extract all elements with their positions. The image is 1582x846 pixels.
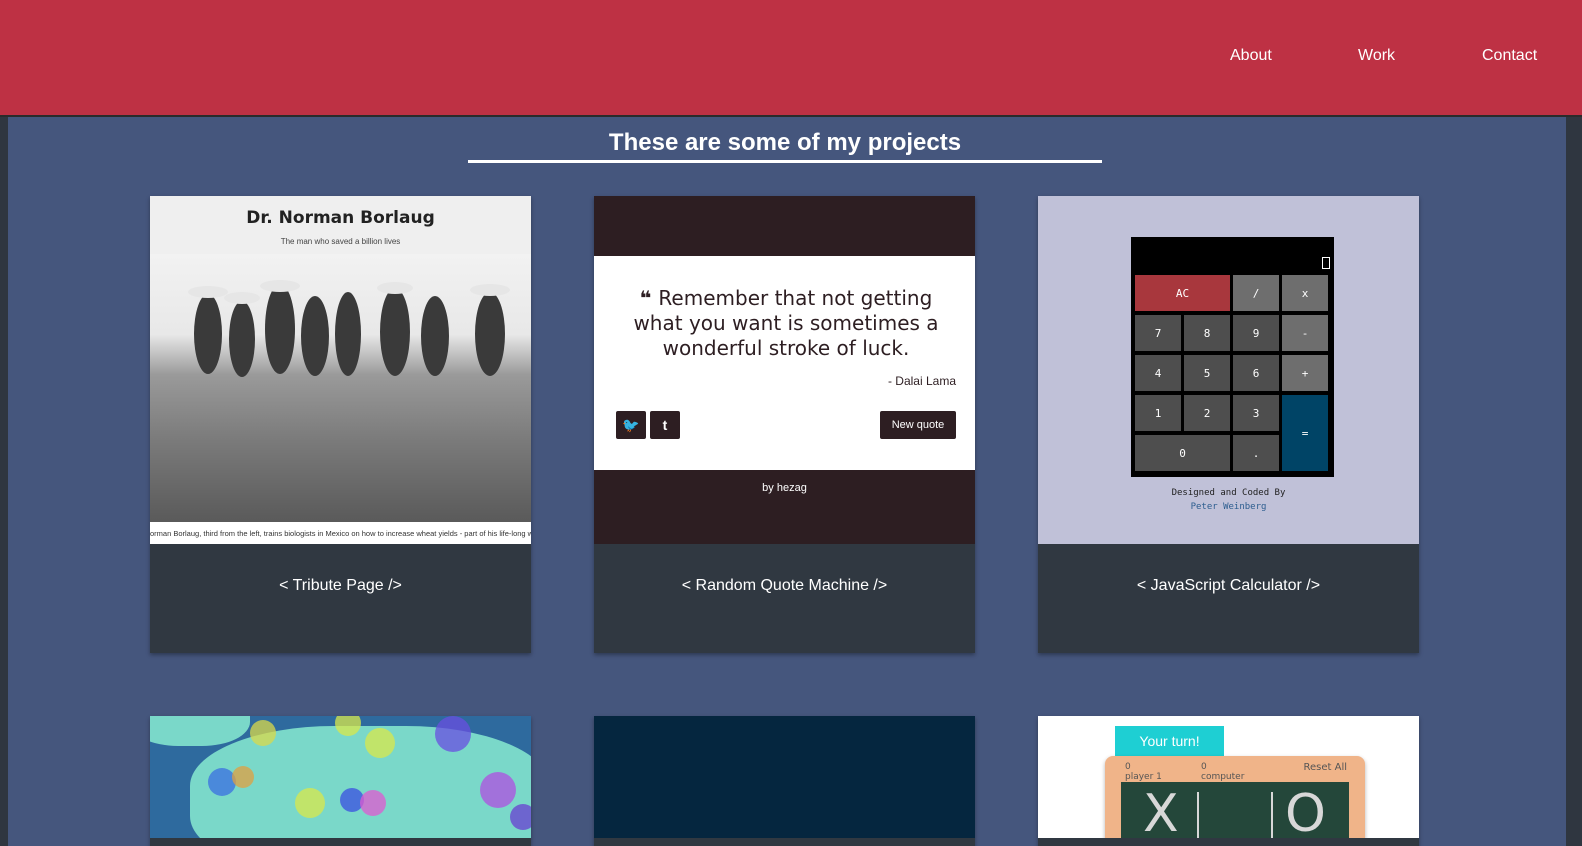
player-label: player 1 bbox=[1125, 772, 1162, 782]
game-grid: X O bbox=[1121, 782, 1349, 838]
turn-indicator: Your turn! bbox=[1115, 726, 1224, 756]
new-quote-button: New quote bbox=[880, 411, 956, 439]
map-bubble bbox=[510, 804, 531, 830]
tumblr-icon: t bbox=[650, 411, 680, 439]
calc-key-7: 7 bbox=[1134, 314, 1182, 352]
map-bubble bbox=[232, 766, 254, 788]
quote-text-wrap: ❝ Remember that not getting what you wan… bbox=[630, 286, 942, 361]
calc-key-2: 2 bbox=[1183, 394, 1231, 432]
calc-key-1: 1 bbox=[1134, 394, 1182, 432]
nav-link-contact[interactable]: Contact bbox=[1482, 47, 1537, 65]
calc-key-equals: = bbox=[1281, 394, 1329, 472]
tribute-title: Dr. Norman Borlaug bbox=[246, 208, 435, 228]
dark-thumbnail bbox=[594, 716, 975, 838]
project-card-tictactoe[interactable]: Your turn! 0 player 1 0 computer Reset All… bbox=[1038, 716, 1419, 846]
grid-line bbox=[1197, 792, 1199, 838]
computer-score-value: 0 bbox=[1201, 762, 1207, 772]
calc-key-subtract: - bbox=[1281, 314, 1329, 352]
project-title[interactable]: < Random Quote Machine /> bbox=[594, 577, 975, 595]
map-bubble bbox=[480, 772, 516, 808]
calc-key-decimal: . bbox=[1232, 434, 1280, 472]
reset-all-button: Reset All bbox=[1303, 762, 1347, 773]
o-mark: O bbox=[1285, 784, 1326, 838]
quote-author: - Dalai Lama bbox=[887, 374, 956, 388]
calc-key-0: 0 bbox=[1134, 434, 1231, 472]
calc-key-4: 4 bbox=[1134, 354, 1182, 392]
player-score: 0 player 1 bbox=[1125, 762, 1162, 782]
project-card-quote[interactable]: ❝ Remember that not getting what you wan… bbox=[594, 196, 975, 653]
map-thumbnail bbox=[150, 716, 531, 838]
map-bubble bbox=[295, 788, 325, 818]
project-card-calculator[interactable]: AC / x 7 8 9 - 4 5 6 + 1 2 3 = 0 . Desig… bbox=[1038, 196, 1419, 653]
calc-key-9: 9 bbox=[1232, 314, 1280, 352]
quote-byline: by hezag bbox=[762, 482, 807, 494]
nav-link-work[interactable]: Work bbox=[1358, 47, 1395, 65]
calculator-thumbnail: AC / x 7 8 9 - 4 5 6 + 1 2 3 = 0 . Desig… bbox=[1038, 196, 1419, 544]
projects-section: These are some of my projects Dr. Norman… bbox=[8, 117, 1566, 846]
project-card-tribute[interactable]: Dr. Norman Borlaug The man who saved a b… bbox=[150, 196, 531, 653]
project-title[interactable]: < JavaScript Calculator /> bbox=[1038, 577, 1419, 595]
quote-text: Remember that not getting what you want … bbox=[633, 286, 939, 360]
calc-key-3: 3 bbox=[1232, 394, 1280, 432]
project-card-map[interactable] bbox=[150, 716, 531, 846]
calc-key-ac: AC bbox=[1134, 274, 1231, 312]
heading-underline bbox=[468, 160, 1102, 163]
calc-key-6: 6 bbox=[1232, 354, 1280, 392]
calc-key-add: + bbox=[1281, 354, 1329, 392]
calculator-credit: Designed and Coded By Peter Weinberg bbox=[1038, 486, 1419, 514]
credit-text: Designed and Coded By bbox=[1171, 488, 1286, 498]
tribute-caption: orman Borlaug, third from the left, trai… bbox=[150, 529, 531, 538]
projects-heading: These are some of my projects bbox=[608, 129, 962, 156]
tribute-subtitle: The man who saved a billion lives bbox=[280, 237, 401, 246]
map-bubble bbox=[365, 728, 395, 758]
computer-label: computer bbox=[1201, 772, 1245, 782]
borlaug-photo bbox=[150, 254, 531, 522]
calc-key-multiply: x bbox=[1281, 274, 1329, 312]
calculator-body: AC / x 7 8 9 - 4 5 6 + 1 2 3 = 0 . bbox=[1131, 237, 1334, 477]
x-mark: X bbox=[1143, 784, 1179, 838]
quote-machine-thumbnail: ❝ Remember that not getting what you wan… bbox=[594, 196, 975, 544]
player-score-value: 0 bbox=[1125, 762, 1131, 772]
tictactoe-thumbnail: Your turn! 0 player 1 0 computer Reset All… bbox=[1038, 716, 1419, 838]
computer-score: 0 computer bbox=[1201, 762, 1244, 782]
map-bubble bbox=[360, 790, 386, 816]
nav-link-about[interactable]: About bbox=[1230, 47, 1272, 65]
game-board: 0 player 1 0 computer Reset All X O bbox=[1105, 756, 1365, 838]
project-title[interactable]: < Tribute Page /> bbox=[150, 577, 531, 595]
calc-key-8: 8 bbox=[1183, 314, 1231, 352]
credit-name: Peter Weinberg bbox=[1190, 502, 1267, 512]
tribute-page-thumbnail: Dr. Norman Borlaug The man who saved a b… bbox=[150, 196, 531, 544]
site-header: About Work Contact bbox=[0, 0, 1582, 117]
project-card-dark[interactable] bbox=[594, 716, 975, 846]
calc-key-divide: / bbox=[1232, 274, 1280, 312]
map-bubble bbox=[250, 720, 276, 746]
calculator-display bbox=[1322, 257, 1330, 269]
quote-box: ❝ Remember that not getting what you wan… bbox=[594, 256, 975, 470]
calc-key-5: 5 bbox=[1183, 354, 1231, 392]
grid-line bbox=[1271, 792, 1273, 838]
quote-icon: ❝ bbox=[639, 286, 659, 310]
map-bubble bbox=[435, 716, 471, 752]
twitter-icon: 🐦 bbox=[616, 411, 646, 439]
